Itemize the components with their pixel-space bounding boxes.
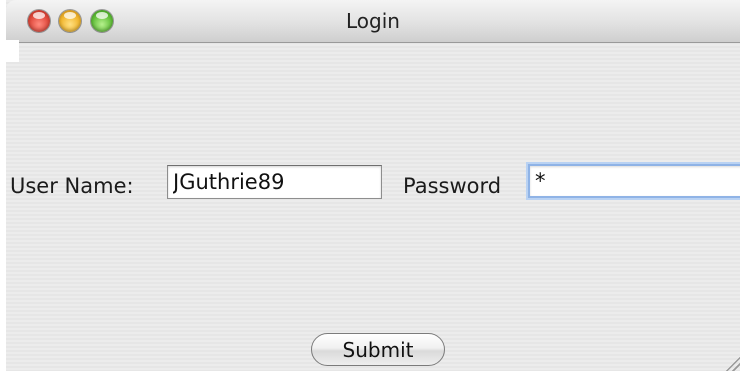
username-field[interactable] — [167, 165, 382, 199]
username-label: User Name: — [10, 174, 134, 198]
resize-grip-icon[interactable] — [724, 355, 740, 371]
password-field[interactable] — [528, 164, 740, 198]
password-label: Password — [403, 174, 502, 198]
page-margin-notch — [0, 40, 19, 62]
window-title: Login — [346, 9, 400, 33]
submit-button[interactable]: Submit — [311, 333, 445, 366]
title-bar[interactable]: Login — [6, 0, 740, 43]
login-window: Login User Name: Password Submit — [6, 0, 740, 371]
